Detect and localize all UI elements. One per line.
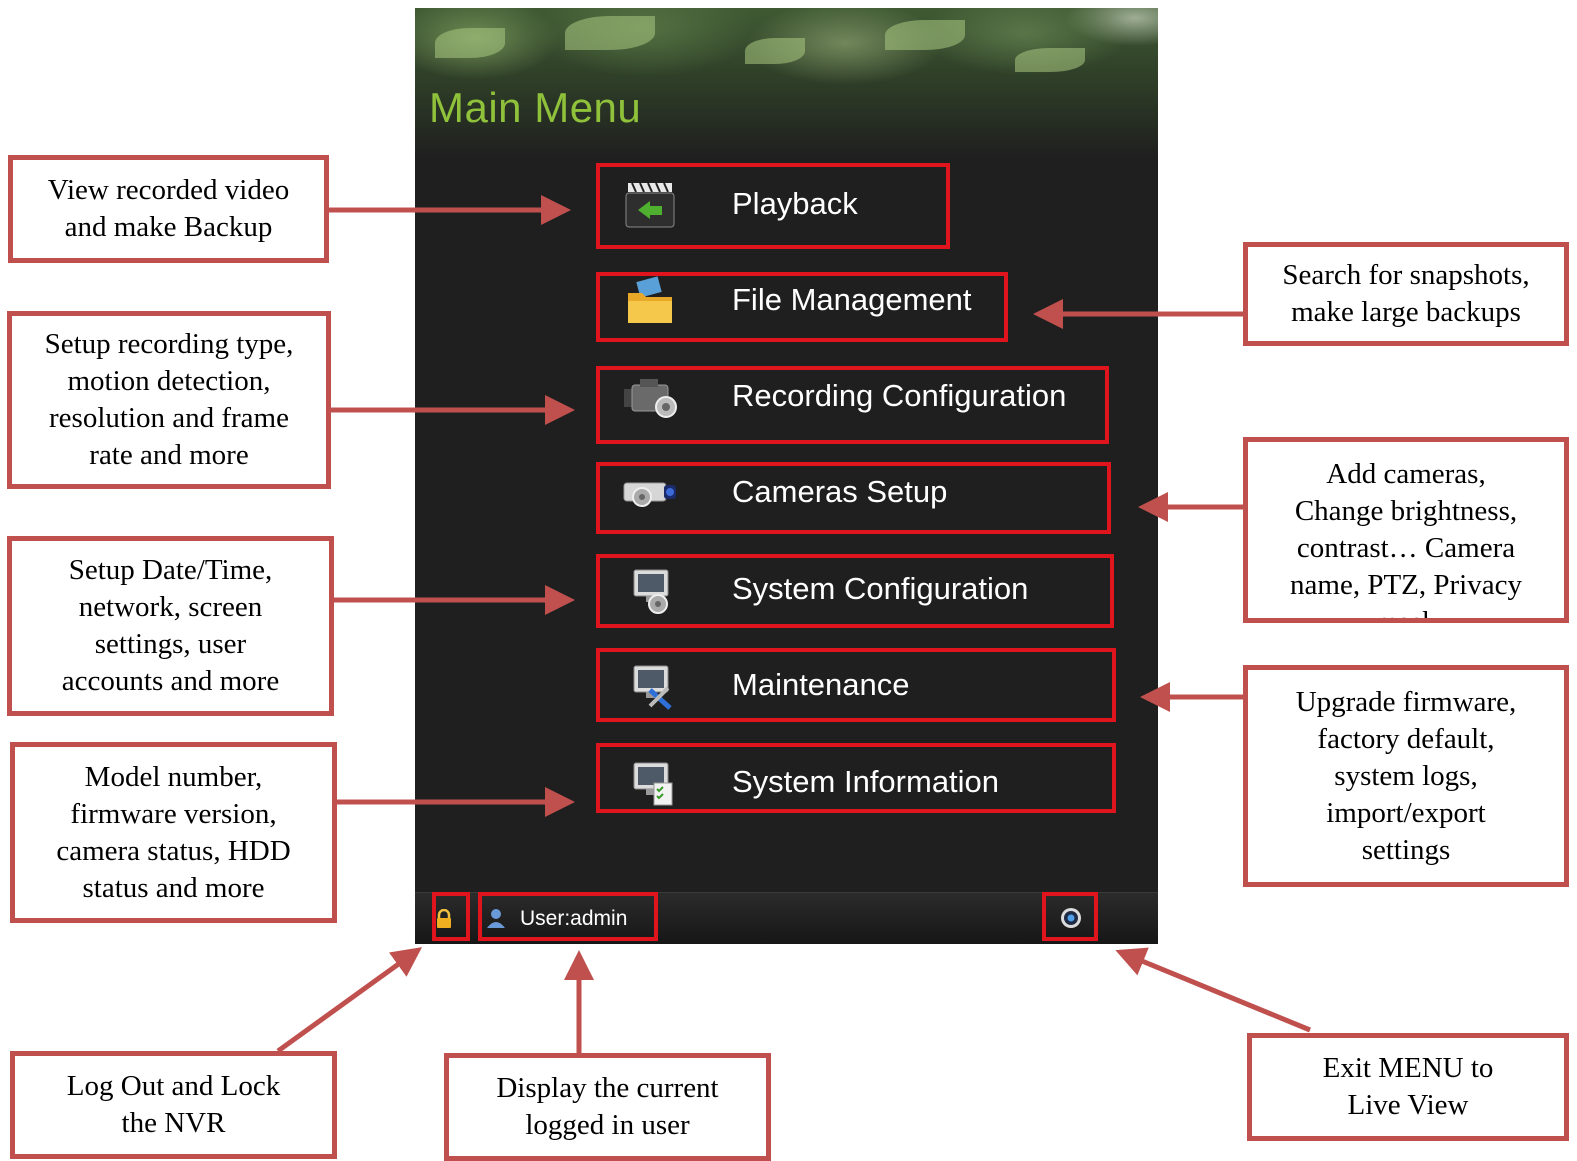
callout-arrows	[276, 195, 1311, 1054]
arrow-exit	[1115, 947, 1311, 1033]
arrow-lock	[276, 947, 423, 1054]
